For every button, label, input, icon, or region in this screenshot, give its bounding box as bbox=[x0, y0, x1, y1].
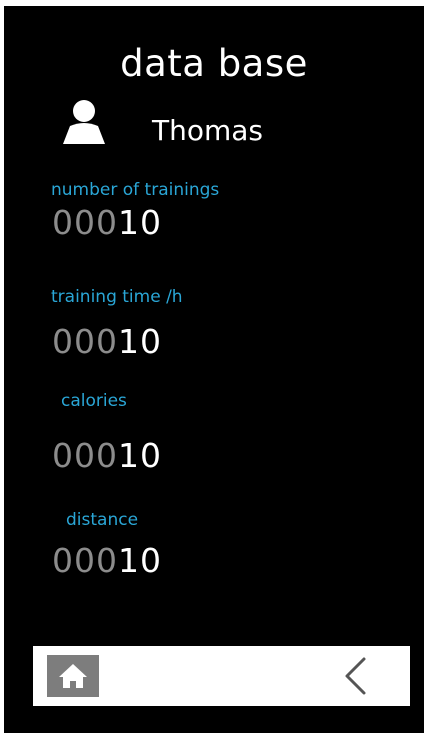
user-icon bbox=[63, 100, 105, 144]
training-time-value: 00010 bbox=[52, 322, 162, 362]
user-name: Thomas bbox=[152, 114, 264, 147]
trainings-value-leading-zeros: 000 bbox=[52, 203, 118, 242]
training-time-value-leading-zeros: 000 bbox=[52, 322, 118, 361]
training-time-value-number: 10 bbox=[118, 322, 162, 361]
chevron-left-icon bbox=[345, 657, 366, 695]
distance-value-number: 10 bbox=[118, 541, 162, 580]
app-screen: data base Thomas number of trainings 000… bbox=[4, 6, 424, 733]
distance-label: distance bbox=[66, 510, 139, 530]
distance-value: 00010 bbox=[52, 541, 162, 581]
training-time-label: training time /h bbox=[51, 287, 183, 307]
calories-value: 00010 bbox=[52, 436, 162, 476]
page-title: data base bbox=[120, 42, 308, 85]
back-button[interactable] bbox=[333, 654, 377, 698]
calories-value-number: 10 bbox=[118, 436, 162, 475]
home-button[interactable] bbox=[47, 655, 99, 697]
home-icon bbox=[59, 664, 87, 688]
calories-value-leading-zeros: 000 bbox=[52, 436, 118, 475]
distance-value-leading-zeros: 000 bbox=[52, 541, 118, 580]
calories-label: calories bbox=[61, 391, 127, 411]
trainings-label: number of trainings bbox=[51, 180, 220, 200]
bottom-nav-bar bbox=[33, 646, 410, 706]
trainings-value-number: 10 bbox=[118, 203, 162, 242]
trainings-value: 00010 bbox=[52, 203, 162, 243]
